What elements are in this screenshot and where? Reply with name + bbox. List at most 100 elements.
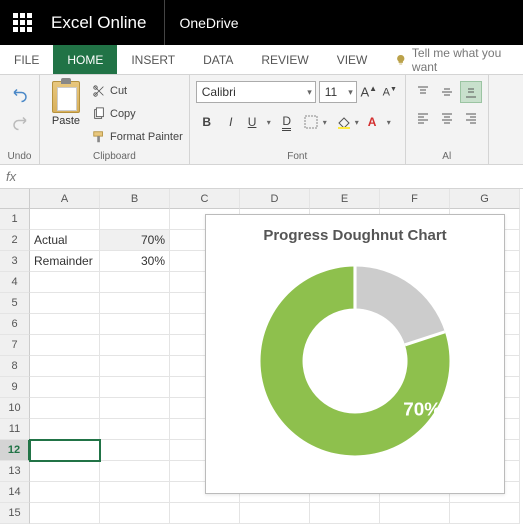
- cell-B12[interactable]: [100, 440, 170, 461]
- column-header-C[interactable]: C: [170, 189, 240, 209]
- row-header-9[interactable]: 9: [0, 377, 30, 398]
- align-top-button[interactable]: [412, 81, 434, 103]
- column-header-G[interactable]: G: [450, 189, 520, 209]
- font-size-select[interactable]: 11: [319, 81, 357, 103]
- italic-button[interactable]: I: [220, 111, 242, 133]
- cell-E15[interactable]: [310, 503, 380, 524]
- tab-review[interactable]: REVIEW: [247, 45, 322, 74]
- row-header-10[interactable]: 10: [0, 398, 30, 419]
- cell-B7[interactable]: [100, 335, 170, 356]
- cell-A3[interactable]: Remainder: [30, 251, 100, 272]
- formula-bar[interactable]: fx: [0, 165, 523, 189]
- cell-B3[interactable]: 30%: [100, 251, 170, 272]
- cell-A6[interactable]: [30, 314, 100, 335]
- bold-button[interactable]: B: [196, 111, 218, 133]
- cell-B1[interactable]: [100, 209, 170, 230]
- cell-B10[interactable]: [100, 398, 170, 419]
- column-header-F[interactable]: F: [380, 189, 450, 209]
- column-header-B[interactable]: B: [100, 189, 170, 209]
- row-header-6[interactable]: 6: [0, 314, 30, 335]
- row-header-3[interactable]: 3: [0, 251, 30, 272]
- font-color-button[interactable]: A: [364, 111, 394, 133]
- app-launcher-button[interactable]: [0, 0, 45, 45]
- ribbon: Undo Paste Cut Copy Format Painter Clipb…: [0, 75, 523, 165]
- redo-button[interactable]: [9, 111, 31, 133]
- cell-F15[interactable]: [380, 503, 450, 524]
- cut-button[interactable]: Cut: [92, 81, 183, 101]
- group-alignment: Al: [406, 75, 489, 164]
- fill-color-button[interactable]: [332, 111, 362, 133]
- cell-B13[interactable]: [100, 461, 170, 482]
- tab-file[interactable]: FILE: [0, 45, 53, 74]
- cell-A8[interactable]: [30, 356, 100, 377]
- align-center-button[interactable]: [436, 107, 458, 129]
- row-header-13[interactable]: 13: [0, 461, 30, 482]
- cell-D15[interactable]: [240, 503, 310, 524]
- format-painter-button[interactable]: Format Painter: [92, 127, 183, 147]
- tab-home[interactable]: HOME: [53, 45, 117, 74]
- location-onedrive[interactable]: OneDrive: [164, 0, 252, 45]
- chart-object[interactable]: Progress Doughnut Chart 70%: [205, 214, 505, 494]
- select-all-corner[interactable]: [0, 189, 30, 209]
- cell-A10[interactable]: [30, 398, 100, 419]
- cell-B15[interactable]: [100, 503, 170, 524]
- row-header-11[interactable]: 11: [0, 419, 30, 440]
- cell-A12[interactable]: [30, 440, 100, 461]
- cell-B2[interactable]: 70%: [100, 230, 170, 251]
- row-header-7[interactable]: 7: [0, 335, 30, 356]
- paste-button[interactable]: Paste: [46, 79, 86, 149]
- italic-icon: I: [229, 115, 232, 129]
- underline-button[interactable]: U: [244, 111, 274, 133]
- group-font: Calibri 11 A▲ A▼ B I U D A Font: [190, 75, 406, 164]
- row-header-8[interactable]: 8: [0, 356, 30, 377]
- cell-A9[interactable]: [30, 377, 100, 398]
- cell-A13[interactable]: [30, 461, 100, 482]
- row-header-2[interactable]: 2: [0, 230, 30, 251]
- cell-B4[interactable]: [100, 272, 170, 293]
- cell-B9[interactable]: [100, 377, 170, 398]
- cell-G15[interactable]: [450, 503, 520, 524]
- cell-A15[interactable]: [30, 503, 100, 524]
- undo-icon: [11, 85, 29, 103]
- cell-A7[interactable]: [30, 335, 100, 356]
- align-right-button[interactable]: [460, 107, 482, 129]
- cell-B14[interactable]: [100, 482, 170, 503]
- align-left-button[interactable]: [412, 107, 434, 129]
- tab-view[interactable]: VIEW: [323, 45, 382, 74]
- cell-A14[interactable]: [30, 482, 100, 503]
- row-header-15[interactable]: 15: [0, 503, 30, 524]
- align-middle-button[interactable]: [436, 81, 458, 103]
- cell-A2[interactable]: Actual: [30, 230, 100, 251]
- cell-A11[interactable]: [30, 419, 100, 440]
- cell-B6[interactable]: [100, 314, 170, 335]
- cell-C15[interactable]: [170, 503, 240, 524]
- cell-B11[interactable]: [100, 419, 170, 440]
- tab-data[interactable]: DATA: [189, 45, 247, 74]
- double-underline-button[interactable]: D: [276, 111, 298, 133]
- cell-A5[interactable]: [30, 293, 100, 314]
- cell-A1[interactable]: [30, 209, 100, 230]
- column-header-A[interactable]: A: [30, 189, 100, 209]
- tab-insert[interactable]: INSERT: [117, 45, 189, 74]
- title-bar: Excel Online OneDrive: [0, 0, 523, 45]
- row-header-5[interactable]: 5: [0, 293, 30, 314]
- copy-button[interactable]: Copy: [92, 104, 183, 124]
- cell-A4[interactable]: [30, 272, 100, 293]
- shrink-font-button[interactable]: A▼: [381, 81, 399, 103]
- column-header-D[interactable]: D: [240, 189, 310, 209]
- row-header-4[interactable]: 4: [0, 272, 30, 293]
- tell-me-search[interactable]: Tell me what you want: [381, 45, 523, 74]
- row-header-12[interactable]: 12: [0, 440, 30, 461]
- row-header-14[interactable]: 14: [0, 482, 30, 503]
- cell-B5[interactable]: [100, 293, 170, 314]
- cell-B8[interactable]: [100, 356, 170, 377]
- grow-font-icon: A▲: [360, 84, 377, 99]
- borders-button[interactable]: [300, 111, 330, 133]
- row-header-1[interactable]: 1: [0, 209, 30, 230]
- column-header-E[interactable]: E: [310, 189, 380, 209]
- chart-data-label: 70%: [403, 400, 441, 421]
- font-name-select[interactable]: Calibri: [196, 81, 316, 103]
- grow-font-button[interactable]: A▲: [360, 81, 378, 103]
- align-bottom-button[interactable]: [460, 81, 482, 103]
- undo-button[interactable]: [9, 83, 31, 105]
